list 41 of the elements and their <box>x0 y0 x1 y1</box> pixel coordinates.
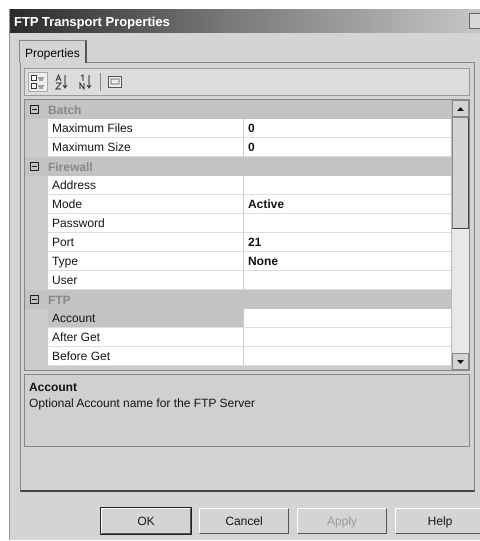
property-name[interactable]: Account <box>48 309 244 328</box>
property-name[interactable]: Maximum Files <box>48 119 244 138</box>
category-label: Batch <box>48 102 82 116</box>
property-name[interactable]: After Get <box>48 328 244 347</box>
categorized-icon <box>31 75 45 89</box>
scroll-up-button[interactable] <box>452 100 469 117</box>
window-title: FTP Transport Properties <box>14 14 170 28</box>
category-label: Firewall <box>48 160 93 174</box>
toolbar-button[interactable] <box>28 72 48 92</box>
scrollbar[interactable] <box>451 100 469 370</box>
up-arrow-icon <box>457 106 464 110</box>
dialog-button[interactable]: OK <box>101 508 191 534</box>
close-button[interactable] <box>469 13 480 29</box>
property-pages-icon <box>108 76 122 88</box>
sort-numeric-icon <box>79 74 93 90</box>
property-value[interactable]: 0 <box>244 119 451 138</box>
property-value[interactable]: 21 <box>244 233 451 252</box>
collapse-icon[interactable] <box>30 162 39 171</box>
scroll-down-button[interactable] <box>452 353 469 370</box>
dialog-button[interactable]: Cancel <box>199 508 289 534</box>
property-name[interactable]: Password <box>48 214 244 233</box>
collapse-icon[interactable] <box>30 295 39 304</box>
dialog-button[interactable]: Help <box>395 508 480 534</box>
description-title: Account <box>29 380 78 394</box>
tab[interactable]: Properties <box>19 40 87 63</box>
property-name[interactable]: Mode <box>48 195 244 214</box>
sort-az-icon <box>55 74 69 90</box>
property-name[interactable]: Maximum Size <box>48 138 244 157</box>
property-value[interactable]: Active <box>244 195 451 214</box>
property-name[interactable]: User <box>48 271 244 290</box>
down-arrow-icon <box>457 360 464 364</box>
property-value[interactable]: 0 <box>244 138 451 157</box>
property-name[interactable]: Type <box>48 252 244 271</box>
property-value[interactable]: None <box>244 252 451 271</box>
description-text: Optional Account name for the FTP Server <box>29 396 256 410</box>
property-name[interactable]: Address <box>48 176 244 195</box>
scroll-thumb[interactable] <box>452 117 469 229</box>
category-label: FTP <box>48 292 71 306</box>
collapse-icon[interactable] <box>30 105 39 114</box>
property-name[interactable]: Port <box>48 233 244 252</box>
property-name[interactable]: Before Get <box>48 347 244 366</box>
